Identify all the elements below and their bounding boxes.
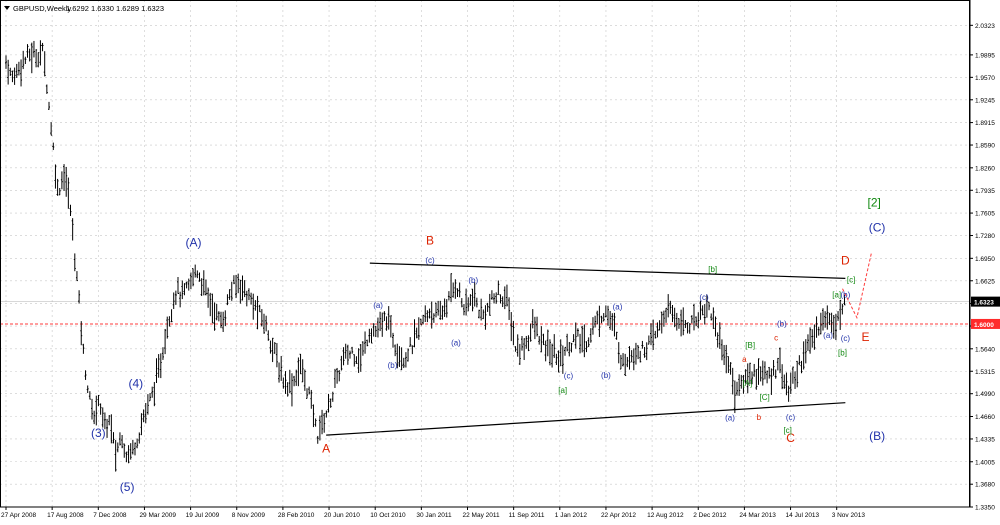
wave-label: B	[426, 234, 434, 248]
time-tick-label: 17 Aug 2008	[47, 512, 84, 519]
price-tick-label: 1.5640	[975, 346, 995, 353]
wave-label: [c]	[847, 275, 855, 284]
wave-label: a	[742, 355, 747, 364]
wave-label: [2]	[868, 196, 881, 210]
wave-label: (a)	[451, 338, 461, 347]
wave-label: (c)	[425, 256, 435, 265]
wave-label: (a)	[823, 331, 833, 340]
price-tick-label: 2.0323	[975, 23, 995, 30]
time-tick-label: 20 Jun 2010	[324, 512, 360, 519]
time-tick-label: 7 Dec 2008	[93, 512, 127, 519]
price-tick-label: 1.9570	[975, 75, 995, 82]
wave-label: (c)	[786, 413, 796, 422]
quote-label: 1.6292 1.6330 1.6289 1.6323	[66, 4, 164, 13]
wave-label: c	[774, 334, 778, 343]
price-tick-label: 1.9895	[975, 52, 995, 59]
wave-label: A	[322, 441, 330, 455]
wave-label: (B)	[869, 429, 885, 443]
wave-label: (b)	[840, 291, 850, 300]
price-tick-label: 1.4660	[975, 414, 995, 421]
time-tick-label: 24 Mar 2013	[739, 512, 776, 519]
wave-label: (5)	[120, 480, 135, 494]
wave-label: (a)	[725, 414, 735, 423]
price-tick-label: 1.8260	[975, 165, 995, 172]
price-tick-label: 1.7605	[975, 211, 995, 218]
time-tick-label: 12 Aug 2012	[647, 512, 684, 519]
price-tick-label: 1.6625	[975, 278, 995, 285]
price-tick-label: 1.8590	[975, 143, 995, 150]
price-tick-label: 1.4990	[975, 391, 995, 398]
price-tick-label: 1.4005	[975, 459, 995, 466]
price-tick-label: 1.9245	[975, 97, 995, 104]
wave-label: (a)	[613, 302, 623, 311]
wave-label: b	[757, 413, 762, 422]
wave-label: [c]	[783, 426, 791, 435]
wave-label: (A)	[185, 236, 201, 250]
current-price-label: 1.6323	[974, 300, 994, 307]
time-tick-label: 11 Sep 2011	[509, 512, 545, 519]
time-tick-label: 14 Jul 2013	[786, 512, 820, 519]
time-tick-label: 22 May 2011	[463, 512, 500, 519]
wave-label: (C)	[869, 220, 886, 234]
chart-header: GBPUSD,Weekly 1.6292 1.6330 1.6289 1.632…	[4, 4, 164, 13]
price-tick-label: 1.4335	[975, 436, 995, 443]
wave-label: (b)	[777, 320, 787, 329]
price-tick-label: 1.7280	[975, 233, 995, 240]
wave-label: [B]	[745, 341, 755, 350]
wave-label: [b]	[708, 265, 717, 274]
time-tick-label: 1 Jan 2012	[555, 512, 588, 519]
time-tick-label: 10 Oct 2010	[370, 512, 406, 519]
wave-label: (3)	[91, 426, 106, 440]
price-chart: (A)(4)(3)(5)ABCDE(C)(B)[2](a)(b)(c)(b)(a…	[0, 0, 1000, 520]
time-tick-label: 8 Nov 2009	[232, 512, 266, 519]
wave-label: (c)	[841, 334, 851, 343]
time-tick-label: 27 Apr 2008	[1, 512, 36, 519]
wave-label: (a)	[373, 301, 383, 310]
wave-label: (b)	[388, 361, 398, 370]
wave-label: (b)	[468, 276, 478, 285]
chart-background	[0, 0, 1000, 520]
wave-label: (b)	[601, 371, 611, 380]
price-tick-label: 1.6950	[975, 256, 995, 263]
wave-label: (4)	[128, 376, 143, 390]
wave-label: [C]	[759, 393, 769, 402]
wave-label: (c)	[564, 372, 574, 381]
time-tick-label: 29 Mar 2009	[139, 512, 176, 519]
time-tick-label: 19 Jul 2009	[186, 512, 220, 519]
price-tick-label: 1.3350	[975, 505, 995, 512]
price-tick-label: 1.7935	[975, 188, 995, 195]
time-tick-label: 28 Feb 2010	[278, 512, 315, 519]
chart-window: (A) (4) (3) (5) A B C D E (C) (B) [2] (a) (b) (c) (b) (a…	[0, 0, 1000, 520]
time-tick-label: 2 Dec 2012	[693, 512, 727, 519]
wave-label: E	[862, 330, 870, 344]
wave-label: (c)	[699, 293, 709, 302]
symbol-label: GBPUSD,Weekly	[13, 4, 71, 13]
price-tick-label: 1.5315	[975, 369, 995, 376]
time-tick-label: 30 Jan 2011	[416, 512, 452, 519]
wave-label: [a]	[558, 386, 567, 395]
price-tick-label: 1.8915	[975, 120, 995, 127]
wave-label: D	[841, 254, 850, 268]
time-tick-label: 22 Apr 2012	[601, 512, 636, 519]
wave-label: [b]	[838, 349, 847, 358]
time-tick-label: 3 Nov 2013	[832, 512, 866, 519]
level-price-label: 1.6000	[974, 322, 994, 329]
wave-label: [A]	[742, 379, 752, 388]
price-tick-label: 1.3680	[975, 482, 995, 489]
